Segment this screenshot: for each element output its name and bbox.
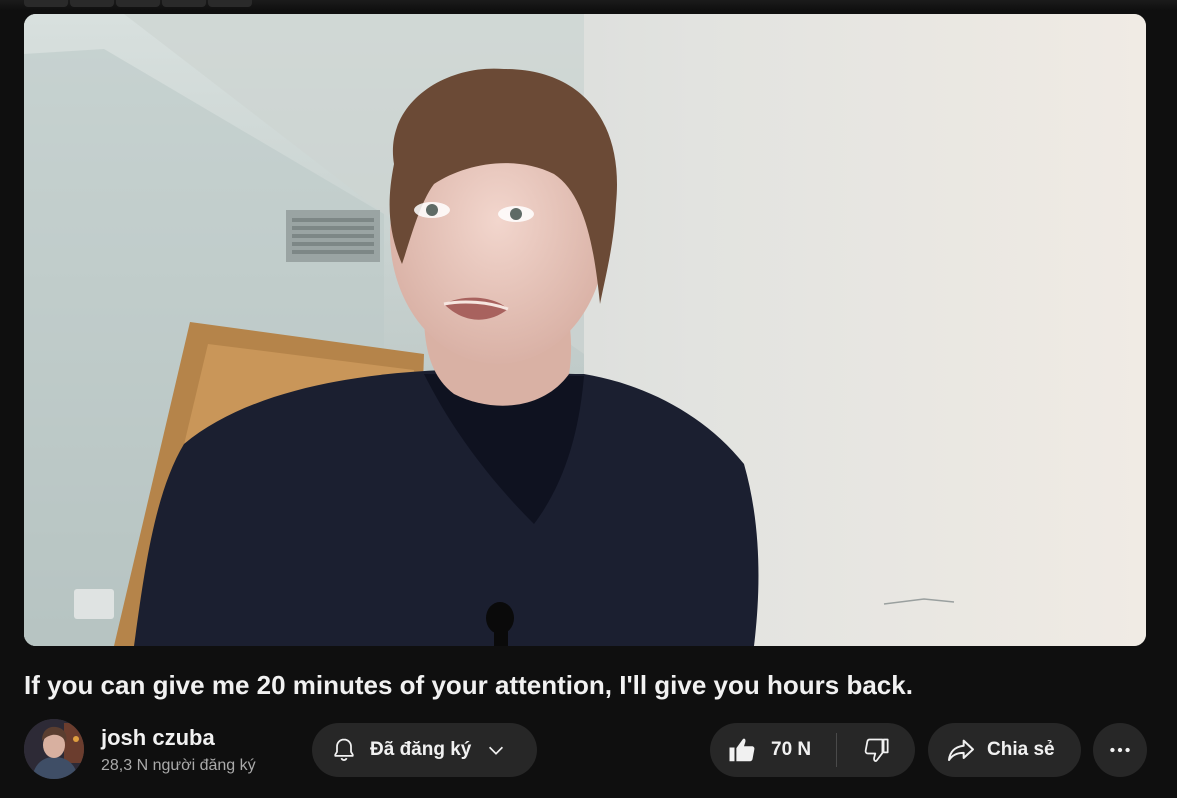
like-count: 70 N — [771, 739, 812, 760]
more-actions-button[interactable] — [1093, 723, 1147, 777]
bell-icon — [330, 736, 358, 764]
like-dislike-group: 70 N — [710, 723, 915, 777]
top-chip — [70, 0, 114, 7]
avatar-image — [24, 719, 84, 779]
subscriber-count: 28,3 N người đăng ký — [101, 757, 256, 774]
channel-avatar[interactable] — [24, 719, 84, 779]
more-horizontal-icon — [1107, 737, 1133, 763]
top-chip-row — [24, 0, 252, 7]
thumbs-down-icon — [862, 736, 890, 764]
channel-name[interactable]: josh czuba — [101, 724, 215, 752]
subscribed-label: Đã đăng ký — [370, 739, 472, 760]
top-chip — [162, 0, 206, 7]
top-chip — [208, 0, 252, 7]
share-arrow-icon — [945, 734, 977, 766]
dislike-button[interactable] — [837, 723, 915, 777]
thumbs-up-icon — [727, 735, 757, 765]
top-chip — [116, 0, 160, 7]
like-button[interactable]: 70 N — [710, 723, 836, 777]
share-label: Chia sẻ — [987, 739, 1055, 760]
video-frame — [24, 14, 1146, 646]
video-title: If you can give me 20 minutes of your at… — [24, 670, 913, 700]
top-edge — [0, 0, 1177, 10]
video-player[interactable] — [24, 14, 1146, 646]
share-button[interactable]: Chia sẻ — [928, 723, 1081, 777]
chevron-down-icon — [485, 739, 507, 761]
top-chip — [24, 0, 68, 7]
subscribed-button[interactable]: Đã đăng ký — [312, 723, 537, 777]
